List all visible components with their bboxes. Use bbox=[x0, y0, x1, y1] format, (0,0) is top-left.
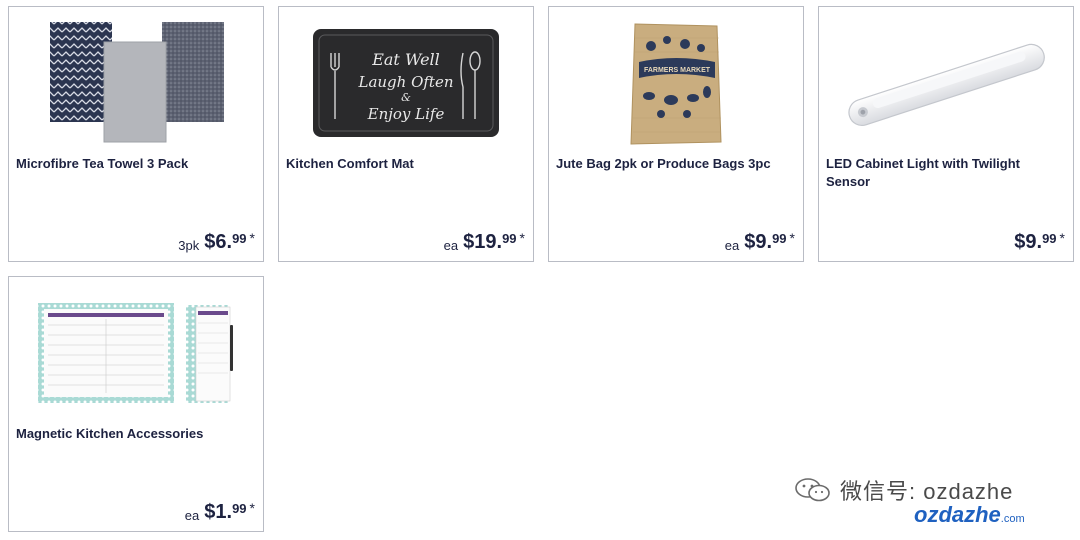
product-price: $9. 99 * bbox=[1009, 231, 1065, 253]
mat-text-line-1: Eat Well bbox=[371, 50, 440, 69]
price-asterisk: * bbox=[1059, 230, 1065, 246]
price-cents: 99 bbox=[502, 231, 517, 246]
product-image[interactable] bbox=[819, 15, 1073, 151]
product-image[interactable] bbox=[9, 285, 263, 421]
product-price: ea $9. 99 * bbox=[725, 231, 795, 253]
product-price: 3pk $6. 99 * bbox=[178, 231, 255, 253]
product-card[interactable]: Eat Well Laugh Often & Enjoy Life Kitche… bbox=[278, 6, 534, 262]
product-image[interactable] bbox=[9, 15, 263, 151]
watermark: 微信号: ozdazhe ozdazhe.com bbox=[794, 474, 1074, 534]
price-dollars: $9. bbox=[1014, 231, 1043, 253]
product-card[interactable]: FARMERS MARKET Jute Bag 2pk or Produce B… bbox=[548, 6, 804, 262]
price-cents: 99 bbox=[232, 501, 247, 516]
price-asterisk: * bbox=[789, 230, 795, 246]
product-title[interactable]: LED Cabinet Light with Twilight Sensor bbox=[826, 155, 1063, 191]
price-unit: ea bbox=[443, 238, 459, 253]
wechat-icon bbox=[795, 478, 830, 502]
brand-suffix: .com bbox=[1000, 513, 1025, 525]
price-cents: 99 bbox=[1042, 231, 1057, 246]
mat-text-line-4: Enjoy Life bbox=[367, 105, 445, 123]
price-unit: 3pk bbox=[178, 238, 200, 253]
product-card[interactable]: LED Cabinet Light with Twilight Sensor $… bbox=[818, 6, 1074, 262]
product-card[interactable]: Magnetic Kitchen Accessories ea $1. 99 * bbox=[8, 276, 264, 532]
product-price: ea $1. 99 * bbox=[185, 501, 255, 523]
product-price: ea $19. 99 * bbox=[444, 231, 525, 253]
mat-text-line-2: Laugh Often bbox=[357, 73, 453, 91]
tea-towels-image bbox=[50, 22, 224, 143]
product-card[interactable]: Microfibre Tea Towel 3 Pack 3pk $6. 99 * bbox=[8, 6, 264, 262]
price-dollars: $6. bbox=[204, 231, 233, 253]
jute-bag-image: FARMERS MARKET bbox=[630, 23, 722, 145]
product-title[interactable]: Magnetic Kitchen Accessories bbox=[16, 425, 253, 443]
product-image[interactable]: Eat Well Laugh Often & Enjoy Life bbox=[279, 15, 533, 151]
brand-logo: ozdazhe.com bbox=[914, 502, 1025, 528]
magnetic-planner-image bbox=[38, 303, 233, 403]
product-grid: Microfibre Tea Towel 3 Pack 3pk $6. 99 *… bbox=[0, 0, 1080, 540]
product-title[interactable]: Jute Bag 2pk or Produce Bags 3pc bbox=[556, 155, 793, 173]
comfort-mat-image: Eat Well Laugh Often & Enjoy Life bbox=[313, 29, 499, 137]
brand-name: ozdazhe bbox=[914, 502, 1001, 527]
price-dollars: $1. bbox=[204, 501, 233, 523]
product-image[interactable]: FARMERS MARKET bbox=[549, 15, 803, 151]
price-dollars: $9. bbox=[744, 231, 773, 253]
price-unit: ea bbox=[724, 238, 740, 253]
price-asterisk: * bbox=[519, 230, 525, 246]
price-asterisk: * bbox=[249, 230, 255, 246]
price-unit: ea bbox=[184, 508, 200, 523]
product-title[interactable]: Kitchen Comfort Mat bbox=[286, 155, 523, 173]
price-cents: 99 bbox=[772, 231, 787, 246]
price-cents: 99 bbox=[232, 231, 247, 246]
mat-text-line-3: & bbox=[401, 91, 411, 104]
product-title[interactable]: Microfibre Tea Towel 3 Pack bbox=[16, 155, 253, 173]
led-light-image bbox=[848, 43, 1045, 127]
bag-label-text: FARMERS MARKET bbox=[644, 67, 711, 74]
price-dollars: $19. bbox=[463, 231, 503, 253]
price-asterisk: * bbox=[249, 500, 255, 516]
